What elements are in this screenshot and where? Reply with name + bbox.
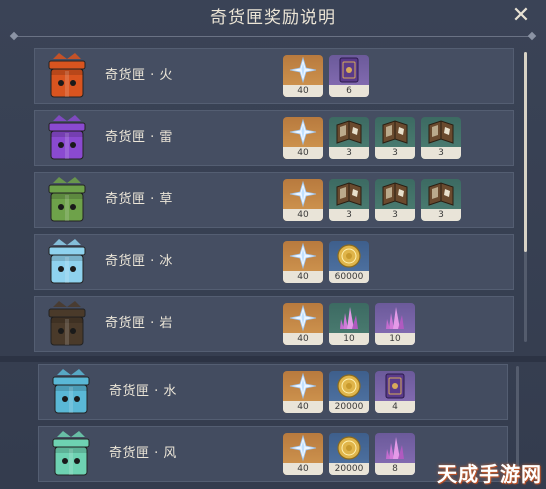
reward-info-panel: 奇货匣奖励说明 ✕ 奇货匣 · 火 40 6 奇货匣 · 雷 40 3 3 3 奇货匣 · … <box>0 0 546 489</box>
reward-item[interactable]: 3 <box>375 179 415 221</box>
reward-count: 3 <box>375 147 415 159</box>
reward-item[interactable]: 3 <box>329 179 369 221</box>
reward-count: 3 <box>329 209 369 221</box>
list-item: 奇货匣 · 冰 40 60000 <box>34 234 514 290</box>
reward-count: 10 <box>375 333 415 345</box>
reward-count: 6 <box>329 85 369 97</box>
reward-count: 40 <box>283 333 323 345</box>
reward-item[interactable]: 4 <box>375 371 415 413</box>
reward-item[interactable]: 20000 <box>329 371 369 413</box>
section-divider <box>0 356 546 362</box>
primogem-star-icon <box>283 117 323 147</box>
reward-count: 4 <box>375 401 415 413</box>
crystal-icon <box>329 303 369 333</box>
close-icon[interactable]: ✕ <box>510 5 532 27</box>
talent-book-icon <box>329 179 369 209</box>
reward-item[interactable]: 60000 <box>329 241 369 283</box>
reward-item[interactable]: 3 <box>329 117 369 159</box>
primogem-star-icon <box>283 371 323 401</box>
reward-item[interactable]: 3 <box>421 179 461 221</box>
reward-count: 3 <box>421 209 461 221</box>
reward-count: 20000 <box>329 463 369 475</box>
mystery-box-icon <box>41 51 93 101</box>
reward-count: 40 <box>283 401 323 413</box>
primogem-star-icon <box>283 179 323 209</box>
box-name-label: 奇货匣 · 风 <box>109 446 177 461</box>
reward-item[interactable]: 40 <box>283 179 323 221</box>
primogem-star-icon <box>283 303 323 333</box>
mystery-box-icon <box>41 175 93 225</box>
mora-coin-icon <box>329 241 369 271</box>
mora-coin-icon <box>329 371 369 401</box>
mystery-box-icon <box>41 299 93 349</box>
reward-item[interactable]: 40 <box>283 433 323 475</box>
reward-item[interactable]: 40 <box>283 55 323 97</box>
reward-count: 3 <box>421 147 461 159</box>
box-name-label: 奇货匣 · 岩 <box>105 316 173 331</box>
reward-item[interactable]: 10 <box>329 303 369 345</box>
reward-item[interactable]: 6 <box>329 55 369 97</box>
reward-item[interactable]: 20000 <box>329 433 369 475</box>
primogem-star-icon <box>283 55 323 85</box>
reward-count: 8 <box>375 463 415 475</box>
reward-count: 20000 <box>329 401 369 413</box>
reward-count: 40 <box>283 271 323 283</box>
primogem-star-icon <box>283 241 323 271</box>
reward-item[interactable]: 3 <box>375 117 415 159</box>
purple-book-icon <box>329 55 369 85</box>
talent-book-icon <box>375 179 415 209</box>
reward-item[interactable]: 3 <box>421 117 461 159</box>
purple-book-icon <box>375 371 415 401</box>
reward-count: 40 <box>283 209 323 221</box>
reward-count: 40 <box>283 85 323 97</box>
reward-item[interactable]: 8 <box>375 433 415 475</box>
box-name-label: 奇货匣 · 雷 <box>105 130 173 145</box>
reward-item[interactable]: 40 <box>283 371 323 413</box>
talent-book-icon <box>375 117 415 147</box>
title-divider <box>14 36 532 37</box>
list-item: 奇货匣 · 火 40 6 <box>34 48 514 104</box>
mystery-box-icon <box>41 237 93 287</box>
reward-count: 60000 <box>329 271 369 283</box>
watermark: 天成手游网 <box>437 462 542 486</box>
talent-book-icon <box>421 117 461 147</box>
list-item: 奇货匣 · 岩 40 10 10 <box>34 296 514 352</box>
reward-item[interactable]: 40 <box>283 117 323 159</box>
reward-item[interactable]: 40 <box>283 241 323 283</box>
list-item: 奇货匣 · 雷 40 3 3 3 <box>34 110 514 166</box>
mystery-box-icon <box>45 429 97 479</box>
primogem-star-icon <box>283 433 323 463</box>
mystery-box-icon <box>41 113 93 163</box>
scrollbar-thumb[interactable] <box>524 52 527 252</box>
reward-item[interactable]: 40 <box>283 303 323 345</box>
box-name-label: 奇货匣 · 水 <box>109 384 177 399</box>
reward-count: 40 <box>283 463 323 475</box>
reward-count: 3 <box>329 147 369 159</box>
crystal-icon <box>375 303 415 333</box>
box-name-label: 奇货匣 · 冰 <box>105 254 173 269</box>
reward-item[interactable]: 10 <box>375 303 415 345</box>
reward-count: 40 <box>283 147 323 159</box>
list-item: 奇货匣 · 水 40 20000 4 <box>38 364 508 420</box>
box-name-label: 奇货匣 · 火 <box>105 68 173 83</box>
talent-book-icon <box>329 117 369 147</box>
box-name-label: 奇货匣 · 草 <box>105 192 173 207</box>
mystery-box-icon <box>45 367 97 417</box>
crystal-icon <box>375 433 415 463</box>
talent-book-icon <box>421 179 461 209</box>
list-item: 奇货匣 · 草 40 3 3 3 <box>34 172 514 228</box>
mora-coin-icon <box>329 433 369 463</box>
reward-count: 10 <box>329 333 369 345</box>
page-title: 奇货匣奖励说明 <box>210 8 336 28</box>
reward-count: 3 <box>375 209 415 221</box>
